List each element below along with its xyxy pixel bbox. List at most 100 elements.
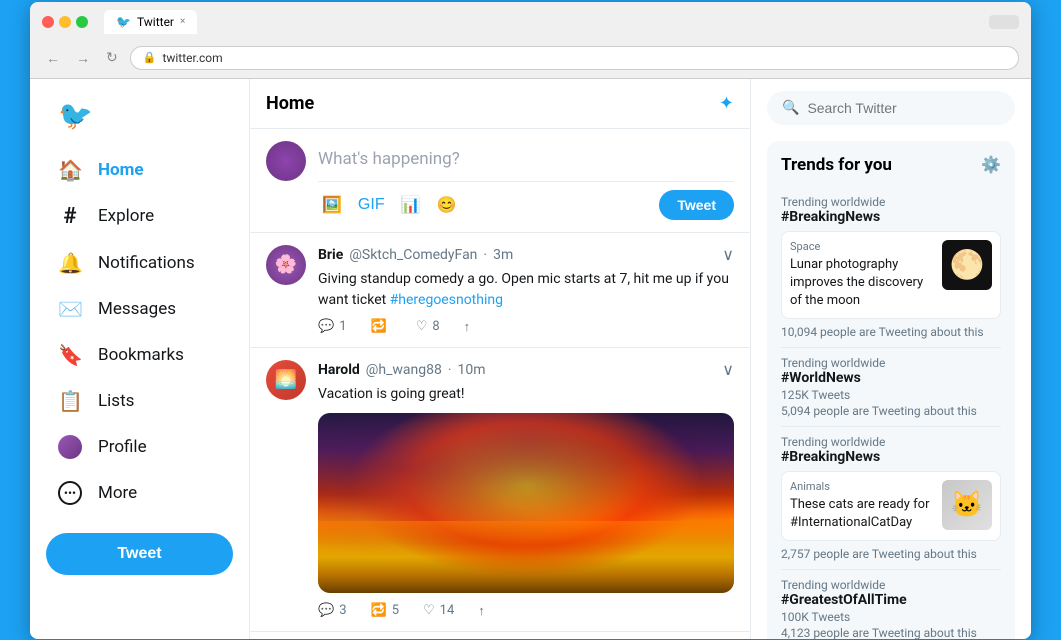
dot-red[interactable] bbox=[42, 16, 54, 28]
right-sidebar: 🔍 Trends for you ⚙️ Trending worldwide #… bbox=[751, 79, 1031, 639]
reply-count: 3 bbox=[339, 603, 346, 618]
trend-category: Trending worldwide bbox=[781, 578, 1001, 592]
search-input[interactable] bbox=[807, 100, 1000, 116]
sidebar-item-explore[interactable]: # Explore bbox=[46, 194, 233, 239]
feed-header: Home ✦ bbox=[250, 79, 750, 129]
gear-icon[interactable]: ⚙️ bbox=[981, 155, 1001, 174]
table-row: 🌸 Brie @Sktch_ComedyFan · 3m ∨ Giving st… bbox=[250, 233, 750, 348]
compose-placeholder[interactable]: What's happening? bbox=[318, 141, 734, 177]
sidebar-item-lists[interactable]: 📋 Lists bbox=[46, 379, 233, 423]
compose-right: What's happening? 🖼️ GIF 📊 😊 Tweet bbox=[318, 141, 734, 220]
tweet-hashtag-link[interactable]: #heregoesnothing bbox=[390, 292, 503, 308]
trends-header: Trends for you ⚙️ bbox=[781, 155, 1001, 175]
sidebar-item-messages[interactable]: ✉️ Messages bbox=[46, 287, 233, 331]
tweet-menu-btn[interactable]: ∨ bbox=[722, 245, 734, 265]
list-item[interactable]: Trending worldwide #BreakingNews Animals… bbox=[781, 427, 1001, 570]
like-count: 14 bbox=[440, 603, 455, 618]
sidebar-item-bookmarks[interactable]: 🔖 Bookmarks bbox=[46, 333, 233, 377]
sidebar: 🐦 🏠 Home # Explore 🔔 Notifications ✉️ Me… bbox=[30, 79, 250, 639]
sparkle-icon[interactable]: ✦ bbox=[719, 93, 734, 114]
search-bar[interactable]: 🔍 bbox=[767, 91, 1015, 125]
compose-emoji-btn[interactable]: 😊 bbox=[433, 191, 461, 219]
browser-chrome: 🐦 Twitter × ← → ↻ 🔒 twitter.com bbox=[30, 2, 1031, 79]
retweet-icon: 🔁 bbox=[371, 319, 387, 334]
trend-name: #GreatestOfAllTime bbox=[781, 592, 1001, 608]
browser-tab[interactable]: 🐦 Twitter × bbox=[104, 10, 197, 34]
trend-card-category: Space bbox=[790, 240, 934, 253]
explore-icon: # bbox=[58, 204, 82, 229]
sidebar-item-profile[interactable]: Profile bbox=[46, 425, 233, 469]
like-action[interactable]: ♡ 8 bbox=[416, 319, 440, 334]
compose-tweet-button[interactable]: Tweet bbox=[659, 190, 734, 220]
tweet-menu-btn[interactable]: ∨ bbox=[722, 360, 734, 380]
tab-close-btn[interactable]: × bbox=[180, 16, 185, 27]
compose-actions: 🖼️ GIF 📊 😊 Tweet bbox=[318, 181, 734, 220]
tweet-image bbox=[318, 413, 734, 593]
sidebar-item-more[interactable]: ••• More bbox=[46, 471, 233, 515]
avatar: 🌅 bbox=[266, 360, 306, 400]
compose-box: What's happening? 🖼️ GIF 📊 😊 Tweet bbox=[250, 129, 750, 233]
compose-poll-btn[interactable]: 📊 bbox=[397, 191, 425, 219]
share-icon: ↑ bbox=[464, 319, 471, 335]
reply-action[interactable]: 💬 1 bbox=[318, 319, 347, 334]
back-button[interactable]: ← bbox=[42, 48, 64, 68]
tab-label: Twitter bbox=[137, 15, 174, 29]
browser-scrollbar bbox=[989, 15, 1019, 29]
forward-button[interactable]: → bbox=[72, 48, 94, 68]
reply-icon: 💬 bbox=[318, 603, 334, 618]
tweet-time-val: 3m bbox=[493, 247, 513, 263]
list-item[interactable]: Trending worldwide #WorldNews 125K Tweet… bbox=[781, 348, 1001, 427]
list-item[interactable]: Trending worldwide #GreatestOfAllTime 10… bbox=[781, 570, 1001, 638]
trend-card-text: These cats are ready for #InternationalC… bbox=[790, 496, 934, 532]
list-icon: 📋 bbox=[58, 389, 82, 413]
retweet-action[interactable]: 🔁 5 bbox=[371, 603, 400, 618]
sidebar-logo[interactable]: 🐦 bbox=[46, 91, 233, 140]
dot-green[interactable] bbox=[76, 16, 88, 28]
retweet-icon: 🔁 bbox=[371, 603, 387, 618]
browser-addressbar: ← → ↻ 🔒 twitter.com bbox=[30, 42, 1031, 78]
tweet-header: Harold @h_wang88 · 10m ∨ bbox=[318, 360, 734, 380]
home-icon: 🏠 bbox=[58, 158, 82, 182]
refresh-button[interactable]: ↻ bbox=[102, 47, 122, 68]
sidebar-tweet-button[interactable]: Tweet bbox=[46, 533, 233, 575]
trend-count: 10,094 people are Tweeting about this bbox=[781, 325, 1001, 339]
author-handle: @Sktch_ComedyFan bbox=[349, 247, 477, 263]
bookmark-icon: 🔖 bbox=[58, 343, 82, 367]
tweet-time: · bbox=[448, 362, 452, 378]
compose-image-btn[interactable]: 🖼️ bbox=[318, 191, 346, 219]
address-bar[interactable]: 🔒 twitter.com bbox=[130, 46, 1019, 70]
compose-gif-btn[interactable]: GIF bbox=[354, 191, 389, 219]
compose-avatar bbox=[266, 141, 306, 181]
browser-dots bbox=[42, 16, 88, 28]
share-action[interactable]: ↑ bbox=[464, 319, 471, 335]
trends-box: Trends for you ⚙️ Trending worldwide #Br… bbox=[767, 141, 1015, 639]
like-action[interactable]: ♡ 14 bbox=[423, 603, 454, 618]
browser-titlebar: 🐦 Twitter × bbox=[30, 2, 1031, 42]
table-row: 🍋 andrea 🍋 @andy_landerson · 3m ∨ How ma… bbox=[250, 632, 750, 639]
reply-action[interactable]: 💬 3 bbox=[318, 603, 347, 618]
trend-count: 125K Tweets bbox=[781, 388, 1001, 402]
share-action[interactable]: ↑ bbox=[478, 603, 485, 619]
feed-title: Home bbox=[266, 93, 314, 114]
retweet-action[interactable]: 🔁 bbox=[371, 319, 392, 334]
trend-name: #WorldNews bbox=[781, 370, 1001, 386]
search-icon: 🔍 bbox=[782, 100, 799, 116]
dot-yellow[interactable] bbox=[59, 16, 71, 28]
tweet-text: Giving standup comedy a go. Open mic sta… bbox=[318, 269, 734, 311]
trend-card-category: Animals bbox=[790, 480, 934, 493]
trend-name: #BreakingNews bbox=[781, 449, 1001, 465]
tweet-actions: 💬 1 🔁 ♡ 8 ↑ bbox=[318, 319, 734, 335]
trend-extra: 5,094 people are Tweeting about this bbox=[781, 404, 1001, 418]
sidebar-item-notifications[interactable]: 🔔 Notifications bbox=[46, 241, 233, 285]
trend-name: #BreakingNews bbox=[781, 209, 1001, 225]
tweet-content: Brie @Sktch_ComedyFan · 3m ∨ Giving stan… bbox=[318, 245, 734, 335]
list-item[interactable]: Trending worldwide #BreakingNews Space L… bbox=[781, 187, 1001, 349]
tweet-author: Harold @h_wang88 · 10m bbox=[318, 362, 486, 378]
retweet-count: 5 bbox=[392, 603, 399, 618]
reply-count: 1 bbox=[339, 319, 346, 334]
table-row: 🌅 Harold @h_wang88 · 10m ∨ Vacation is g… bbox=[250, 348, 750, 632]
like-count: 8 bbox=[432, 319, 439, 334]
trends-title: Trends for you bbox=[781, 155, 892, 175]
tweet-author: Brie @Sktch_ComedyFan · 3m bbox=[318, 247, 513, 263]
sidebar-item-home[interactable]: 🏠 Home bbox=[46, 148, 233, 192]
